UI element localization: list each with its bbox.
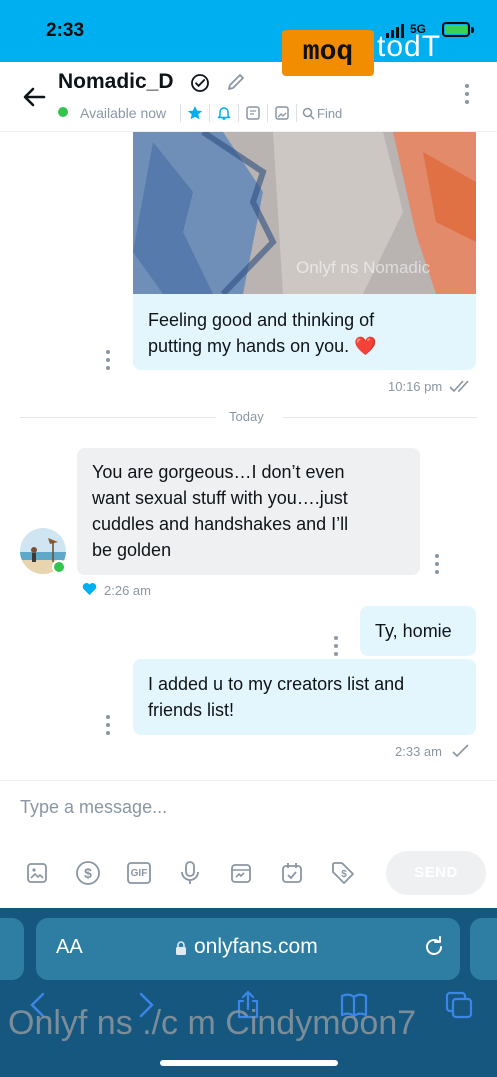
message-timestamp: 2:33 am	[395, 744, 442, 759]
message-options-icon[interactable]	[333, 636, 339, 656]
address-bar[interactable]: AA onlyfans.com	[36, 918, 460, 980]
status-time: 2:33	[46, 20, 85, 41]
chat-header: Nomadic_D Available now Find	[0, 62, 497, 132]
watermark-text: todT	[377, 30, 442, 63]
message-bubble-outgoing: Ty, homie	[360, 606, 476, 656]
message-text: You are gorgeous…I don’t even	[92, 462, 345, 482]
mic-icon[interactable]	[173, 858, 207, 888]
star-icon[interactable]	[185, 103, 205, 123]
reload-icon[interactable]	[422, 935, 446, 959]
liked-heart-icon[interactable]	[82, 582, 97, 596]
home-indicator	[160, 1060, 338, 1066]
price-tag-icon[interactable]: $	[326, 858, 360, 888]
message-options-icon[interactable]	[434, 554, 440, 574]
message-text: Feeling good and thinking of	[148, 310, 375, 330]
search-icon[interactable]	[301, 103, 315, 123]
svg-text:$: $	[84, 865, 92, 881]
message-composer: $ GIF $ SEND	[0, 780, 497, 908]
message-input[interactable]	[20, 797, 460, 818]
avatar-online-dot	[52, 560, 66, 574]
message-text: Ty, homie	[375, 621, 452, 641]
vault-icon[interactable]	[224, 858, 258, 888]
find-label[interactable]: Find	[317, 106, 342, 121]
message-bubble-incoming: You are gorgeous…I don’t even want sexua…	[77, 448, 420, 575]
browser-bar: AA onlyfans.com	[0, 908, 497, 1077]
single-check-icon	[452, 744, 469, 758]
gif-icon[interactable]: GIF	[122, 858, 156, 888]
bottom-watermark: Onlyf ns ./c m Cindymoon7	[8, 1004, 417, 1042]
dollar-icon[interactable]: $	[71, 858, 105, 888]
more-options-icon[interactable]	[462, 84, 472, 110]
send-button[interactable]: SEND	[386, 851, 486, 895]
lock-icon	[176, 941, 186, 955]
gallery-icon[interactable]	[272, 103, 292, 123]
image-icon[interactable]	[20, 858, 54, 888]
message-options-icon[interactable]	[105, 350, 111, 370]
gif-label: GIF	[130, 867, 148, 879]
verified-icon	[191, 74, 209, 92]
message-options-icon[interactable]	[105, 715, 111, 735]
date-divider: Today	[229, 409, 264, 424]
message-text: be golden	[92, 540, 172, 560]
message-text: want sexual stuff with you….just	[92, 488, 348, 508]
watermark-badge: moq	[282, 30, 374, 76]
message-text: I added u to my creators list and	[148, 674, 405, 694]
back-arrow-icon[interactable]	[18, 80, 52, 114]
message-text: friends list!	[148, 700, 235, 720]
url-text[interactable]: onlyfans.com	[194, 935, 318, 959]
tabs-icon[interactable]	[444, 990, 474, 1020]
bell-icon[interactable]	[214, 103, 234, 123]
message-bubble-outgoing: Feeling good and thinking of putting my …	[133, 294, 476, 370]
message-timestamp: 2:26 am	[104, 583, 151, 598]
image-watermark: Onlyf ns Nomadic	[296, 258, 431, 277]
contact-name[interactable]: Nomadic_D	[58, 70, 174, 94]
message-timestamp: 10:16 pm	[388, 379, 443, 394]
battery-tip	[471, 27, 474, 33]
battery-icon	[442, 22, 470, 37]
svg-text:$: $	[341, 869, 347, 880]
divider-line	[283, 417, 477, 418]
heart-emoji: ❤️	[354, 336, 377, 356]
header-actions: Find	[176, 102, 342, 124]
next-tab-preview[interactable]	[470, 918, 497, 980]
composer-tools: $ GIF $	[20, 858, 377, 888]
calendar-icon[interactable]	[275, 858, 309, 888]
divider-line	[20, 417, 216, 418]
availability-status: Available now	[80, 105, 167, 121]
online-status-dot	[58, 107, 68, 117]
prev-tab-preview[interactable]	[0, 918, 24, 980]
message-text: cuddles and handshakes and I’ll	[92, 514, 349, 534]
double-check-icon	[449, 380, 469, 393]
note-icon[interactable]	[243, 103, 263, 123]
reader-options-button[interactable]: AA	[56, 936, 83, 959]
message-bubble-outgoing: I added u to my creators list and friend…	[133, 659, 476, 735]
edit-pencil-icon[interactable]	[226, 72, 246, 92]
message-text: putting my hands on you. ❤️	[148, 336, 377, 356]
